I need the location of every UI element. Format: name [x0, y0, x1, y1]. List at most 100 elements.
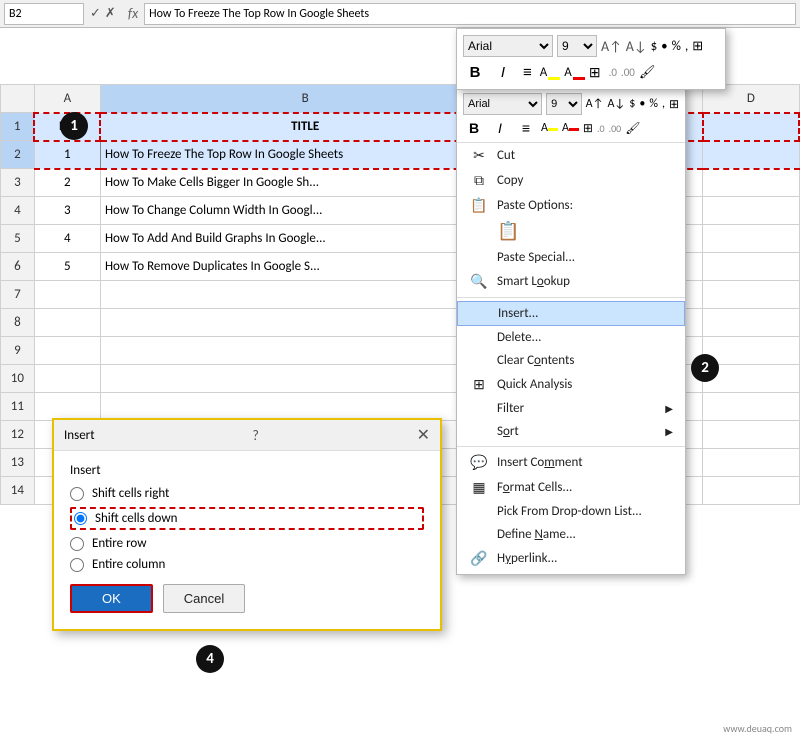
corner-cell — [1, 85, 35, 113]
cut-icon: ✂ — [469, 147, 489, 164]
checkmark-icon: ✓ — [90, 6, 101, 21]
ctx-table-icon: ⊞ — [669, 97, 679, 112]
cancel-icon: ✗ — [105, 6, 116, 21]
row-header-14: 14 — [1, 477, 35, 505]
radio-entire-col-label: Entire column — [92, 557, 165, 572]
cell-a4[interactable]: 3 — [34, 197, 100, 225]
row-header-7: 7 — [1, 281, 35, 309]
radio-shift-down-input[interactable] — [74, 512, 87, 525]
font-shrink-icon: A↓ — [626, 38, 647, 55]
cell-a6[interactable]: 5 — [34, 253, 100, 281]
row-header-3: 3 — [1, 169, 35, 197]
col-header-b[interactable]: B — [100, 85, 509, 113]
context-menu: Arial 9 A↑ A↓ $ • % , ⊞ B I ≡ A A ⊞ . — [456, 85, 686, 575]
ctx-fontcolor-icon: A — [562, 121, 579, 135]
quick-analysis-icon: ⊞ — [469, 376, 489, 393]
radio-entire-row-label: Entire row — [92, 536, 147, 551]
col-header-a[interactable]: A — [34, 85, 100, 113]
cancel-button[interactable]: Cancel — [163, 584, 245, 613]
ctx-dollar-icon: $ — [629, 97, 635, 111]
font-size-select[interactable]: 9 — [557, 35, 597, 57]
ctx-format-cells[interactable]: ▦ Format Cells... — [457, 475, 685, 500]
ctx-paste-options[interactable]: 📋 Paste Options: — [457, 193, 685, 218]
ctx-bullet-icon: • — [639, 97, 645, 111]
ctx-quick-analysis[interactable]: ⊞ Quick Analysis — [457, 372, 685, 397]
cell-d2[interactable] — [703, 141, 799, 169]
hyperlink-icon: 🔗 — [469, 550, 489, 567]
align-button[interactable]: ≡ — [519, 61, 536, 83]
cell-b3[interactable]: How To Make Cells Bigger In Google Sh... — [100, 169, 509, 197]
cell-b1[interactable]: TITLE — [100, 113, 509, 141]
ctx-paint-icon: 🖌 — [625, 121, 640, 136]
fx-label: fx — [128, 5, 138, 22]
cell-b5[interactable]: How To Add And Build Graphs In Google... — [100, 225, 509, 253]
cell-b6[interactable]: How To Remove Duplicates In Google S... — [100, 253, 509, 281]
ctx-font-select[interactable]: Arial — [463, 93, 542, 115]
font-color-icon: A — [564, 65, 585, 80]
cell-d4[interactable] — [703, 197, 799, 225]
ctx-comma-icon: , — [662, 97, 665, 111]
table-icon: ⊞ — [692, 39, 703, 54]
ctx-highlight-icon: A — [541, 121, 558, 135]
row-header-10: 10 — [1, 365, 35, 393]
formula-input[interactable]: How To Freeze The Top Row In Google Shee… — [144, 3, 796, 25]
percent-icon: % — [672, 39, 681, 54]
mini-toolbar-row2: B I ≡ A A ⊞ .0 .00 🖌 — [463, 59, 719, 85]
dialog-question: ? — [252, 427, 259, 444]
cell-d6[interactable] — [703, 253, 799, 281]
ctx-copy[interactable]: ⧉ Copy — [457, 168, 685, 193]
radio-entire-row-input[interactable] — [70, 537, 84, 551]
ctx-italic-btn[interactable]: I — [489, 118, 511, 138]
radio-entire-col-input[interactable] — [70, 558, 84, 572]
bold-button[interactable]: B — [463, 61, 487, 83]
ctx-hyperlink[interactable]: 🔗 Hyperlink... — [457, 546, 685, 571]
italic-button[interactable]: I — [491, 61, 515, 83]
radio-entire-row[interactable]: Entire row — [70, 536, 424, 551]
row-header-4: 4 — [1, 197, 35, 225]
row-header-11: 11 — [1, 393, 35, 421]
ctx-pick-dropdown[interactable]: Pick From Drop-down List... — [457, 500, 685, 523]
radio-shift-right-label: Shift cells right — [92, 486, 169, 501]
ctx-sort[interactable]: Sort — [457, 420, 685, 443]
radio-entire-col[interactable]: Entire column — [70, 557, 424, 572]
ok-button[interactable]: OK — [70, 584, 153, 613]
comment-icon: 💬 — [469, 454, 489, 471]
radio-shift-right[interactable]: Shift cells right — [70, 486, 424, 501]
bullet-icon: • — [661, 39, 667, 54]
watermark: www.deuaq.com — [723, 722, 792, 735]
mini-toolbar-row1: Arial 9 A↑ A↓ $ • % , ⊞ — [463, 33, 719, 59]
dialog-close-button[interactable]: ✕ — [417, 425, 430, 445]
ctx-insert[interactable]: Insert... — [457, 301, 685, 326]
ctx-smart-lookup[interactable]: 🔍 Smart Lookup — [457, 269, 685, 294]
ctx-filter[interactable]: Filter — [457, 397, 685, 420]
cell-a3[interactable]: 2 — [34, 169, 100, 197]
font-select[interactable]: Arial — [463, 35, 553, 57]
row-header-9: 9 — [1, 337, 35, 365]
radio-shift-right-input[interactable] — [70, 487, 84, 501]
row-header-8: 8 — [1, 309, 35, 337]
ctx-size-select[interactable]: 9 — [546, 93, 582, 115]
cell-d1[interactable] — [703, 113, 799, 141]
cell-ref-box[interactable]: B2 — [4, 3, 84, 25]
ctx-bold-btn[interactable]: B — [463, 118, 485, 138]
cell-b4[interactable]: How To Change Column Width In Googl... — [100, 197, 509, 225]
cell-a2[interactable]: 1 — [34, 141, 100, 169]
cell-d5[interactable] — [703, 225, 799, 253]
ctx-cut[interactable]: ✂ Cut — [457, 143, 685, 168]
ctx-clear-contents[interactable]: Clear Contents — [457, 349, 685, 372]
highlight-color-icon: A — [540, 65, 561, 80]
ctx-align-btn[interactable]: ≡ — [515, 118, 537, 138]
comma-icon: , — [685, 39, 688, 54]
cell-a5[interactable]: 4 — [34, 225, 100, 253]
paste-clipboard-icon[interactable]: 📋 — [497, 220, 519, 242]
font-grow-icon: A↑ — [601, 38, 622, 55]
dialog-group-label: Insert — [70, 463, 424, 478]
ctx-define-name[interactable]: Define Name... — [457, 523, 685, 546]
cell-d3[interactable] — [703, 169, 799, 197]
ctx-delete[interactable]: Delete... — [457, 326, 685, 349]
cell-b2[interactable]: How To Freeze The Top Row In Google Shee… — [100, 141, 509, 169]
smart-lookup-icon: 🔍 — [469, 273, 489, 290]
radio-shift-down-box: Shift cells down — [70, 507, 424, 530]
ctx-paste-special[interactable]: Paste Special... — [457, 246, 685, 269]
ctx-insert-comment[interactable]: 💬 Insert Comment — [457, 450, 685, 475]
